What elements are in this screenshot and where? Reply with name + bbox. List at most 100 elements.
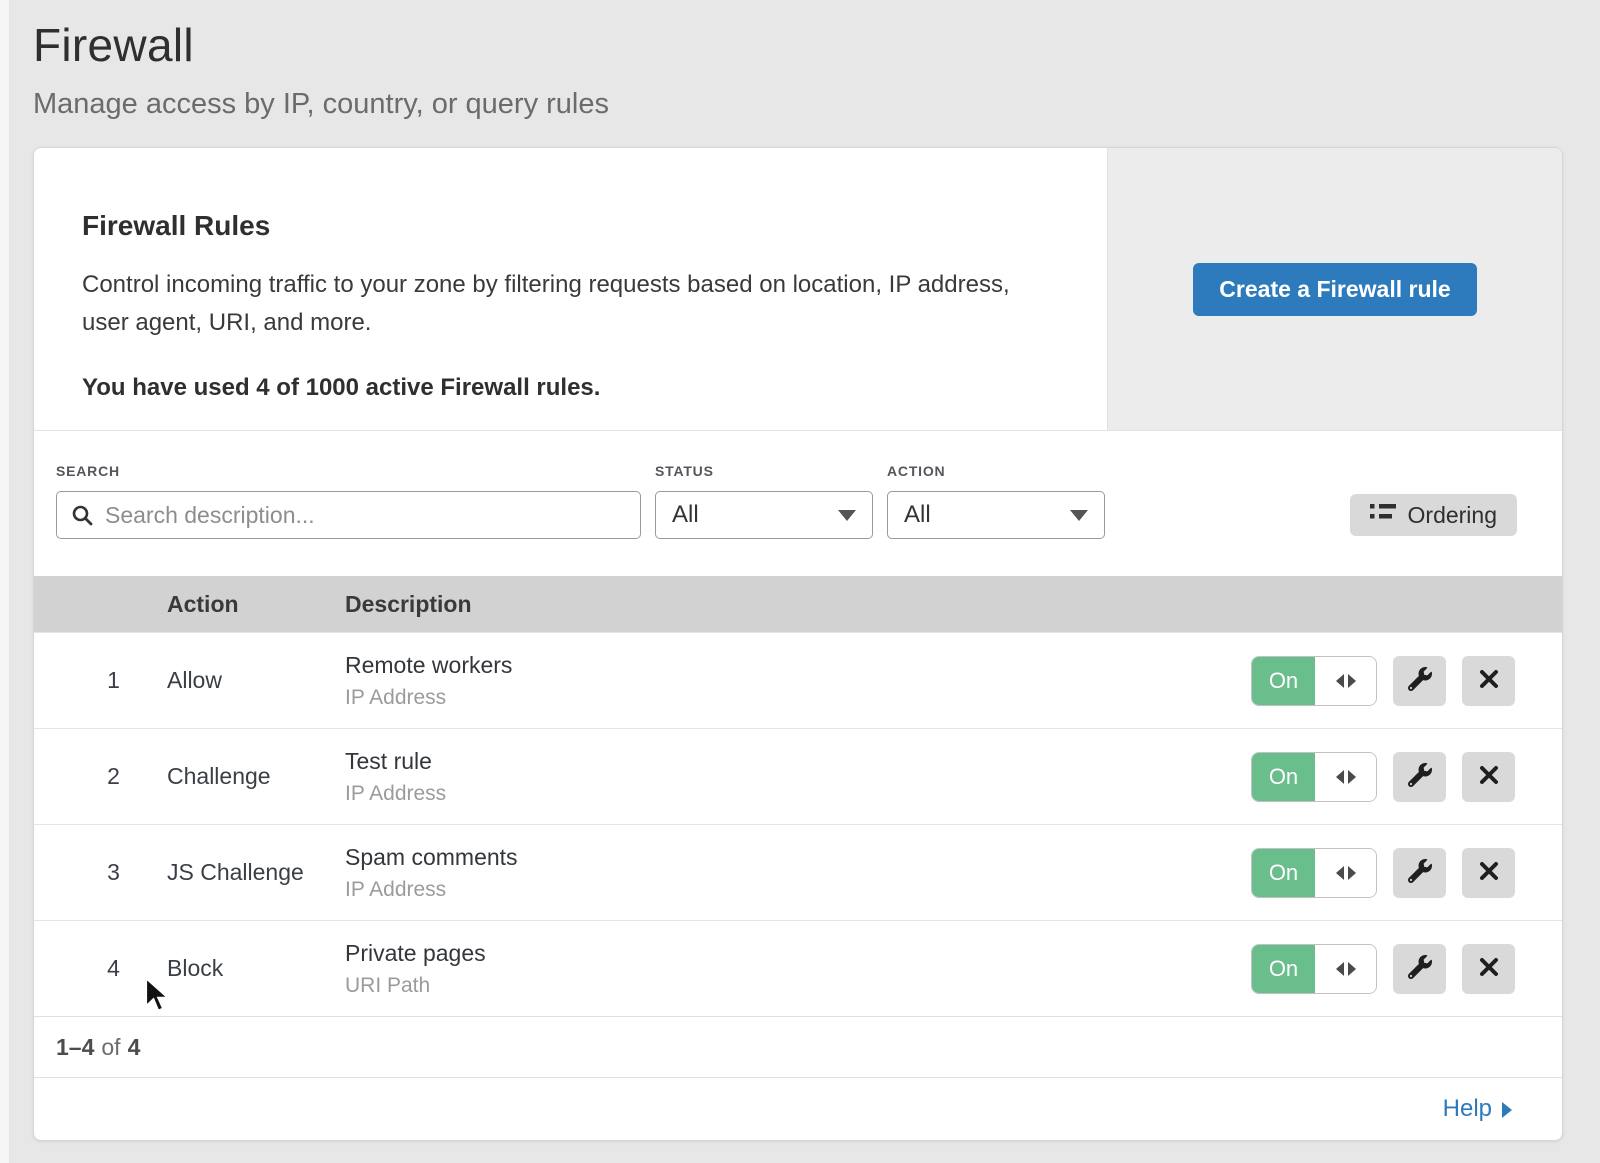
rule-action: JS Challenge [167,859,345,886]
window-edge-strip [0,0,9,1163]
table-row: 1 Allow Remote workers IP Address On [34,632,1562,728]
caret-right-icon [1348,866,1356,880]
toggle-drag-handle[interactable] [1315,945,1376,993]
firewall-rules-card: Firewall Rules Control incoming traffic … [33,147,1563,1141]
rule-match-type: IP Address [345,686,1251,710]
delete-rule-button[interactable] [1462,944,1515,994]
card-footer: Help [34,1077,1562,1140]
help-link[interactable]: Help [1443,1095,1512,1123]
rule-enabled-toggle[interactable]: On [1251,944,1377,994]
table-header: Action Description [34,576,1562,632]
edit-rule-button[interactable] [1393,752,1446,802]
close-icon [1478,668,1500,693]
table-row: 2 Challenge Test rule IP Address On [34,728,1562,824]
rule-action: Challenge [167,763,345,790]
ordering-button[interactable]: Ordering [1350,494,1517,536]
rule-match-type: IP Address [345,878,1251,902]
toggle-on-label: On [1252,945,1315,993]
usage-summary: You have used 4 of 1000 active Firewall … [82,374,1047,402]
search-filter-group: SEARCH [56,463,641,539]
rule-description-cell: Test rule IP Address [345,748,1251,806]
rule-description: Test rule [345,748,1251,775]
rule-action: Block [167,955,345,982]
caret-left-icon [1336,770,1344,784]
search-label: SEARCH [56,463,641,479]
status-selected-value: All [672,501,699,529]
toggle-drag-handle[interactable] [1315,753,1376,801]
edit-rule-button[interactable] [1393,944,1446,994]
edit-rule-button[interactable] [1393,848,1446,898]
page-subtitle: Manage access by IP, country, or query r… [33,88,1564,121]
card-heading: Firewall Rules [82,210,1047,242]
action-selected-value: All [904,501,931,529]
rule-priority: 3 [34,859,167,886]
rule-enabled-toggle[interactable]: On [1251,848,1377,898]
wrench-icon [1408,955,1432,982]
rule-priority: 1 [34,667,167,694]
rule-controls: On [1251,848,1562,898]
page-title: Firewall [33,18,1564,72]
close-icon [1478,956,1500,981]
filters-bar: SEARCH STATUS All [34,431,1562,576]
action-select[interactable]: All [887,491,1105,539]
caret-right-icon [1348,962,1356,976]
search-box [56,491,641,539]
wrench-icon [1408,859,1432,886]
delete-rule-button[interactable] [1462,752,1515,802]
status-select[interactable]: All [655,491,873,539]
description-column-header: Description [345,591,1562,618]
help-link-label: Help [1443,1095,1492,1123]
rule-description-cell: Spam comments IP Address [345,844,1251,902]
caret-down-icon [1070,510,1088,521]
caret-right-icon [1348,770,1356,784]
hero-action-panel: Create a Firewall rule [1107,148,1562,430]
rule-controls: On [1251,944,1562,994]
action-label: ACTION [887,463,1105,479]
search-input[interactable] [103,501,623,530]
help-caret-icon [1502,1102,1512,1118]
pagination-total: 4 [128,1034,141,1061]
table-row: 3 JS Challenge Spam comments IP Address … [34,824,1562,920]
search-icon [71,504,95,533]
card-description: Control incoming traffic to your zone by… [82,266,1027,342]
caret-left-icon [1336,674,1344,688]
rule-description: Spam comments [345,844,1251,871]
rule-controls: On [1251,656,1562,706]
rule-enabled-toggle[interactable]: On [1251,656,1377,706]
toggle-drag-handle[interactable] [1315,657,1376,705]
wrench-icon [1408,667,1432,694]
hero-section: Firewall Rules Control incoming traffic … [34,148,1562,431]
rule-match-type: URI Path [345,974,1251,998]
close-icon [1478,764,1500,789]
toggle-on-label: On [1252,753,1315,801]
delete-rule-button[interactable] [1462,656,1515,706]
ordering-button-label: Ordering [1408,502,1497,529]
delete-rule-button[interactable] [1462,848,1515,898]
rule-action: Allow [167,667,345,694]
action-column-header: Action [167,591,345,618]
caret-left-icon [1336,962,1344,976]
rule-priority: 4 [34,955,167,982]
toggle-on-label: On [1252,657,1315,705]
table-row: 4 Block Private pages URI Path On [34,920,1562,1016]
caret-left-icon [1336,866,1344,880]
rule-description-cell: Remote workers IP Address [345,652,1251,710]
rule-enabled-toggle[interactable]: On [1251,752,1377,802]
close-icon [1478,860,1500,885]
toggle-on-label: On [1252,849,1315,897]
rule-description-cell: Private pages URI Path [345,940,1251,998]
edit-rule-button[interactable] [1393,656,1446,706]
pagination-range: 1–4 [56,1034,94,1061]
rule-description: Remote workers [345,652,1251,679]
rule-priority: 2 [34,763,167,790]
rule-match-type: IP Address [345,782,1251,806]
status-label: STATUS [655,463,873,479]
hero-text-panel: Firewall Rules Control incoming traffic … [34,148,1107,430]
firewall-page: Firewall Manage access by IP, country, o… [0,0,1600,1141]
create-firewall-rule-button[interactable]: Create a Firewall rule [1193,263,1476,316]
rule-controls: On [1251,752,1562,802]
toggle-drag-handle[interactable] [1315,849,1376,897]
ordered-list-icon [1370,501,1396,529]
action-filter-group: ACTION All [887,463,1105,539]
rule-description: Private pages [345,940,1251,967]
